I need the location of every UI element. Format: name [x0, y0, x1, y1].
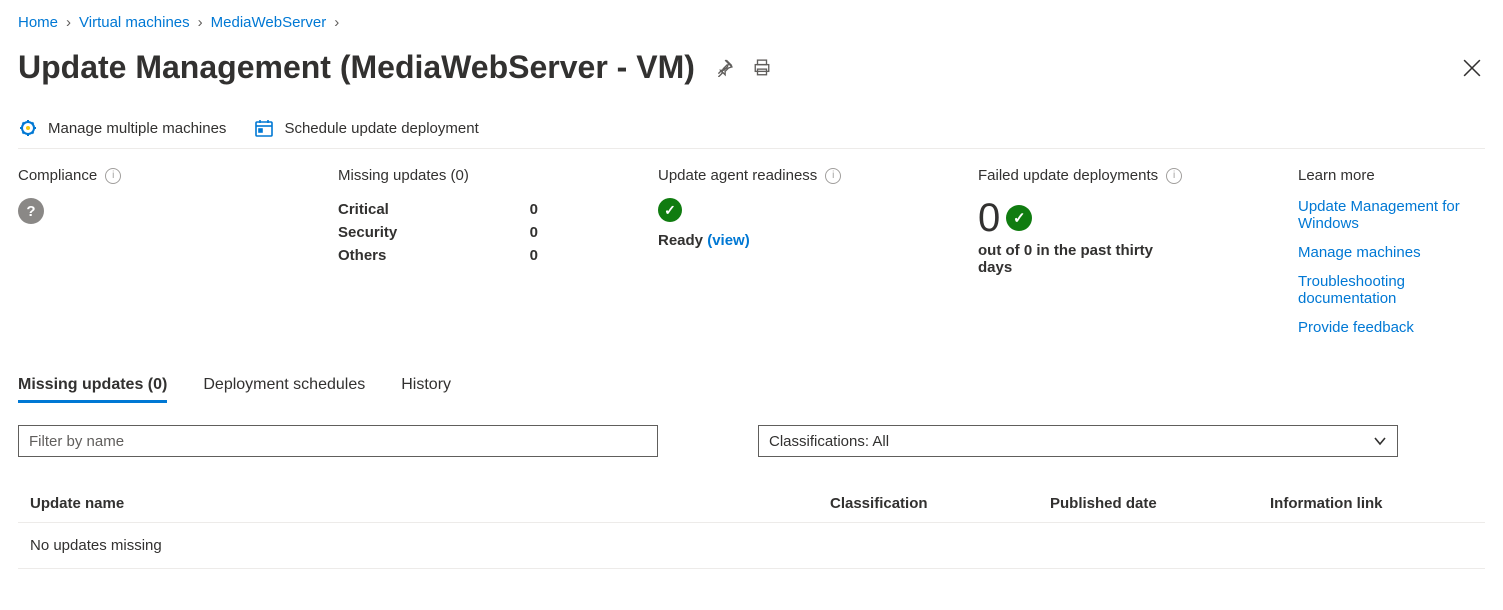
security-value: 0 — [530, 224, 538, 241]
help-icon[interactable]: ? — [18, 198, 44, 224]
updates-table: Update name Classification Published dat… — [18, 485, 1485, 569]
learn-more-label: Learn more — [1298, 167, 1375, 184]
command-bar: Manage multiple machines Schedule update… — [18, 118, 1485, 149]
filter-name-input[interactable] — [18, 425, 658, 457]
link-feedback[interactable]: Provide feedback — [1298, 319, 1498, 336]
breadcrumb: Home › Virtual machines › MediaWebServer… — [18, 14, 1485, 31]
col-update-name[interactable]: Update name — [30, 495, 830, 512]
breadcrumb-resource[interactable]: MediaWebServer — [211, 14, 327, 31]
chevron-right-icon: › — [66, 14, 71, 31]
filter-row: Classifications: All — [18, 425, 1485, 457]
breadcrumb-vms[interactable]: Virtual machines — [79, 14, 190, 31]
pin-icon[interactable] — [715, 59, 733, 77]
breadcrumb-home[interactable]: Home — [18, 14, 58, 31]
info-icon[interactable]: i — [105, 168, 121, 184]
calendar-icon — [254, 118, 274, 138]
readiness-section: Update agent readiness i ✓ Ready (view) — [658, 167, 918, 336]
col-information-link[interactable]: Information link — [1270, 495, 1473, 512]
check-icon: ✓ — [1006, 205, 1032, 231]
col-published-date[interactable]: Published date — [1050, 495, 1270, 512]
table-header: Update name Classification Published dat… — [18, 485, 1485, 523]
chevron-right-icon: › — [334, 14, 339, 31]
tab-deployment-schedules[interactable]: Deployment schedules — [203, 376, 365, 403]
readiness-label: Update agent readiness — [658, 167, 817, 184]
tab-missing-updates[interactable]: Missing updates (0) — [18, 376, 167, 403]
readiness-status: Ready — [658, 232, 703, 249]
chevron-right-icon: › — [198, 14, 203, 31]
link-troubleshooting[interactable]: Troubleshooting documentation — [1298, 273, 1498, 307]
failed-count: 0 — [978, 198, 1000, 238]
compliance-label: Compliance — [18, 167, 97, 184]
info-icon[interactable]: i — [1166, 168, 1182, 184]
security-label: Security — [338, 224, 397, 241]
schedule-deployment-label: Schedule update deployment — [284, 120, 478, 137]
manage-multiple-label: Manage multiple machines — [48, 120, 226, 137]
check-icon: ✓ — [658, 198, 682, 222]
manage-multiple-button[interactable]: Manage multiple machines — [18, 118, 226, 138]
table-empty-row: No updates missing — [18, 523, 1485, 569]
others-value: 0 — [530, 247, 538, 264]
failed-deployments-section: Failed update deployments i 0 ✓ out of 0… — [978, 167, 1238, 336]
critical-value: 0 — [530, 201, 538, 218]
learn-more-section: Learn more Update Management for Windows… — [1298, 167, 1498, 336]
others-label: Others — [338, 247, 386, 264]
col-classification[interactable]: Classification — [830, 495, 1050, 512]
page-header: Update Management (MediaWebServer - VM) — [18, 49, 1485, 86]
tab-strip: Missing updates (0) Deployment schedules… — [18, 376, 1485, 403]
critical-label: Critical — [338, 201, 389, 218]
close-icon[interactable] — [1459, 55, 1485, 81]
classification-value: Classifications: All — [769, 433, 889, 450]
summary-panel: Compliance i ? Missing updates (0) Criti… — [18, 167, 1485, 336]
schedule-deployment-button[interactable]: Schedule update deployment — [254, 118, 478, 138]
compliance-section: Compliance i ? — [18, 167, 278, 336]
failed-subtext: out of 0 in the past thirty days — [978, 242, 1168, 276]
missing-updates-label: Missing updates (0) — [338, 167, 469, 184]
failed-label: Failed update deployments — [978, 167, 1158, 184]
tab-history[interactable]: History — [401, 376, 451, 403]
info-icon[interactable]: i — [825, 168, 841, 184]
print-icon[interactable] — [753, 59, 771, 77]
link-update-mgmt-windows[interactable]: Update Management for Windows — [1298, 198, 1498, 232]
chevron-down-icon — [1373, 434, 1387, 448]
gear-icon — [18, 118, 38, 138]
classification-select[interactable]: Classifications: All — [758, 425, 1398, 457]
readiness-view-link[interactable]: (view) — [707, 232, 750, 249]
page-title: Update Management (MediaWebServer - VM) — [18, 49, 695, 86]
missing-updates-section: Missing updates (0) Critical 0 Security … — [338, 167, 598, 336]
link-manage-machines[interactable]: Manage machines — [1298, 244, 1498, 261]
